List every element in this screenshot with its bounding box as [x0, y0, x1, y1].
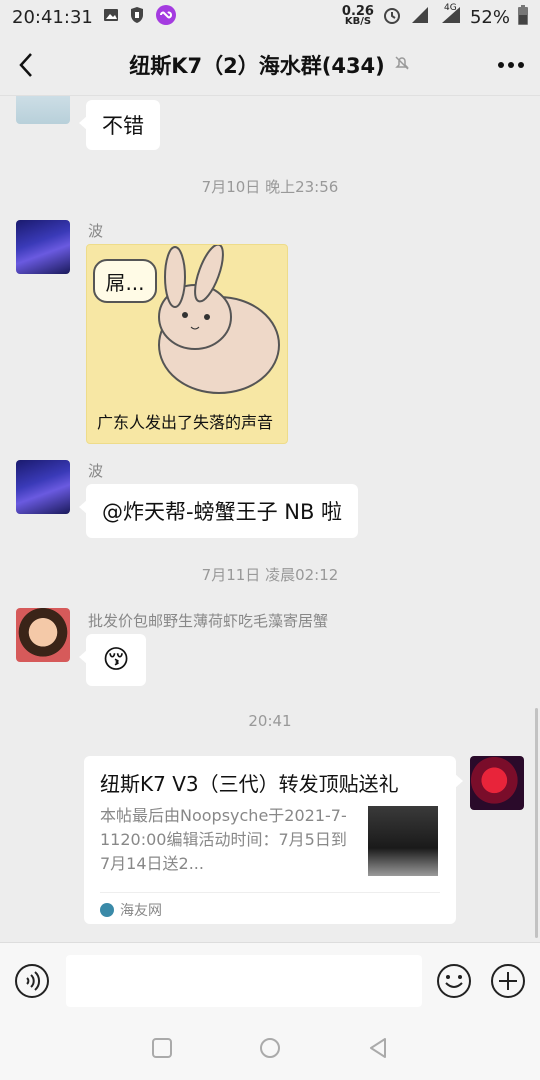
- avatar[interactable]: [16, 96, 70, 124]
- signal-4g-icon: 4G: [438, 3, 462, 30]
- back-nav-button[interactable]: [364, 1034, 392, 1062]
- link-card-title: 纽斯K7 V3（三代）转发顶贴送礼: [100, 772, 399, 796]
- square-icon: [152, 1038, 172, 1058]
- timestamp: 20:41: [248, 712, 292, 730]
- status-bar: 20:41:31 0.26 KB/S 4G 52%: [0, 0, 540, 34]
- more-button[interactable]: [494, 48, 528, 82]
- sender-name: 批发价包邮野生薄荷虾吃毛藻寄居蟹: [88, 612, 329, 630]
- shield-icon: [129, 6, 145, 29]
- divider: [100, 892, 440, 893]
- gallery-icon: [103, 7, 119, 28]
- signal-icon: [410, 5, 430, 30]
- status-time: 20:41:31: [12, 6, 93, 28]
- avatar[interactable]: [16, 608, 70, 662]
- message-input[interactable]: [66, 955, 422, 1007]
- emoji-button[interactable]: [436, 963, 472, 999]
- back-arrow-icon: [19, 53, 32, 77]
- link-card-description: 本帖最后由Noopsyche于2021-7-1120:00编辑活动时间：7月5日…: [100, 806, 347, 873]
- avatar[interactable]: [16, 460, 70, 514]
- kissing-emoji-icon: 😚: [102, 645, 130, 675]
- input-bar: [0, 942, 540, 1016]
- voice-icon: [15, 964, 49, 998]
- more-dots-icon: [498, 62, 524, 68]
- mute-bell-icon: [393, 53, 411, 77]
- timestamp: 7月11日 凌晨02:12: [201, 566, 339, 584]
- network-speed: 0.26 KB/S: [341, 4, 374, 27]
- link-card[interactable]: 纽斯K7 V3（三代）转发顶贴送礼 本帖最后由Noopsyche于2021-7-…: [84, 756, 463, 924]
- message-bubble[interactable]: 😚: [79, 634, 146, 686]
- sticker-caption: 广东人发出了失落的声音: [97, 413, 274, 432]
- link-card-source: 海友网: [100, 900, 162, 920]
- message-bubble[interactable]: @炸天帮-螃蟹王子 NB 啦: [78, 484, 359, 538]
- battery-icon: [518, 4, 528, 30]
- system-nav-bar: [0, 1016, 540, 1080]
- sticker-speech: 屌...: [93, 259, 157, 303]
- chat-header: 纽斯K7（2）海水群(434): [0, 34, 540, 96]
- source-logo-icon: [100, 903, 114, 917]
- home-button[interactable]: [256, 1034, 284, 1062]
- chat-title: 纽斯K7（2）海水群(434): [129, 50, 411, 80]
- app-icon: [155, 4, 177, 31]
- voice-button[interactable]: [14, 963, 50, 999]
- triangle-back-icon: [370, 1038, 386, 1058]
- emoji-icon: [437, 964, 471, 998]
- alarm-icon: [382, 5, 402, 30]
- group-name: 纽斯K7（2）海水群(434): [129, 53, 385, 78]
- avatar[interactable]: [16, 220, 70, 274]
- message-bubble[interactable]: 不错: [79, 100, 160, 150]
- back-button[interactable]: [12, 48, 42, 82]
- message-list[interactable]: 不错 7月10日 晚上23:56 波 屌... 广东人发出了失落的声音 波 @炸…: [0, 96, 540, 942]
- plus-icon: [491, 964, 525, 998]
- battery-level: 52%: [469, 6, 510, 28]
- link-card-thumbnail: [368, 806, 438, 876]
- avatar[interactable]: [470, 756, 524, 810]
- recents-button[interactable]: [148, 1034, 176, 1062]
- sender-name: 波: [88, 462, 104, 480]
- plus-button[interactable]: [490, 963, 526, 999]
- scrollbar[interactable]: [535, 708, 538, 938]
- sender-name: 波: [88, 222, 104, 240]
- sticker-image[interactable]: 屌... 广东人发出了失落的声音: [86, 244, 288, 444]
- circle-icon: [260, 1038, 280, 1058]
- timestamp: 7月10日 晚上23:56: [201, 178, 339, 196]
